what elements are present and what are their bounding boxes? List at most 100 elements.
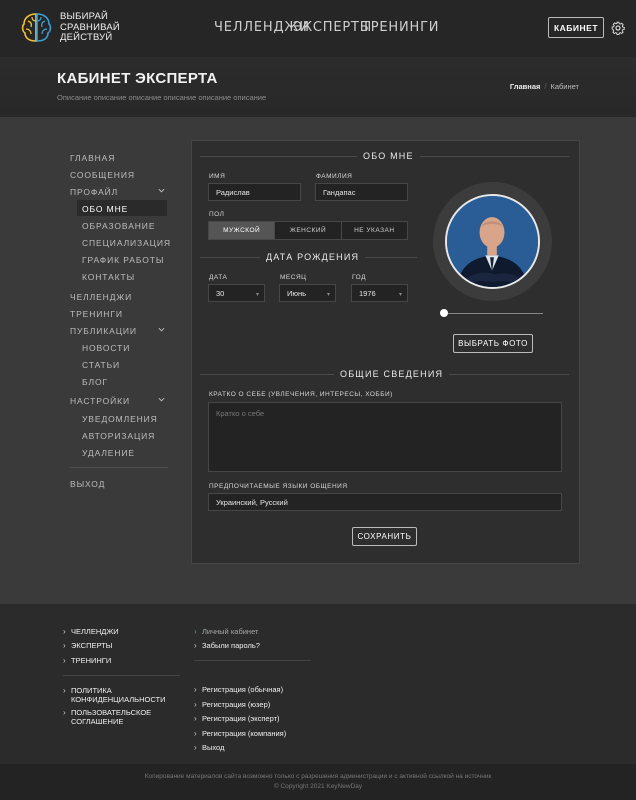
sidebar-item-settings[interactable]: НАСТРОЙКИ [70, 396, 130, 406]
sidebar-divider [70, 467, 168, 468]
nav-experts[interactable]: ЭКСПЕРТЫ [293, 20, 372, 35]
year-label: ГОД [352, 274, 366, 281]
langs-label: ПРЕДПОЧИТАЕМЫЕ ЯЗЫКИ ОБЩЕНИЯ [209, 483, 348, 490]
sidebar-item-authorization[interactable]: АВТОРИЗАЦИЯ [82, 431, 155, 441]
sidebar-item-blog[interactable]: БЛОГ [82, 377, 108, 387]
langs-field[interactable]: Украинский, Русский [208, 493, 562, 511]
cabinet-button[interactable]: КАБИНЕТ [548, 17, 604, 38]
brand-line-1: ВЫБИРАЙ [60, 11, 109, 22]
chevron-right-icon: › [194, 729, 197, 738]
gender-label: ПОЛ [209, 211, 225, 218]
month-label: МЕСЯЦ [280, 274, 307, 281]
footer-link-cabinet[interactable]: Личный кабинет [202, 627, 258, 636]
gear-icon[interactable] [611, 21, 625, 35]
gender-female-option[interactable]: ЖЕНСКИЙ [275, 222, 342, 239]
footer-link-reg-expert[interactable]: Регистрация (эксперт) [202, 714, 280, 723]
chevron-right-icon: › [63, 627, 66, 636]
sidebar-item-about[interactable]: ОБО МНЕ [82, 204, 128, 214]
footer-link-challenges[interactable]: ЧЕЛЛЕНДЖИ [71, 627, 119, 636]
copyright-year: © Copyright 2021 KeyNewDay [273, 783, 363, 790]
sidebar-item-deletion[interactable]: УДАЛЕНИЕ [82, 448, 135, 458]
footer-link-trainings[interactable]: ТРЕНИНГИ [71, 656, 111, 665]
nav-trainings[interactable]: ТРЕНИНГИ [362, 20, 439, 35]
footer-divider [63, 675, 180, 676]
sidebar-item-challenges[interactable]: ЧЕЛЛЕНДЖИ [70, 292, 132, 302]
day-label: ДАТА [209, 274, 228, 281]
sidebar-item-messages[interactable]: СООБЩЕНИЯ [70, 170, 135, 180]
sidebar-item-trainings[interactable]: ТРЕНИНГИ [70, 309, 123, 319]
chevron-down-icon: ▾ [398, 292, 402, 298]
copyright-bar [0, 764, 636, 800]
gender-selector: МУЖСКОЙ ЖЕНСКИЙ НЕ УКАЗАН [208, 221, 408, 240]
chevron-down-icon: ▾ [326, 292, 330, 298]
sidebar-item-logout[interactable]: ВЫХОД [70, 479, 105, 489]
section-title-birth: ДАТА РОЖДЕНИЯ [260, 252, 366, 262]
footer-link-experts[interactable]: ЭКСПЕРТЫ [71, 641, 112, 650]
chevron-right-icon: › [194, 641, 197, 650]
sidebar-item-news[interactable]: НОВОСТИ [82, 343, 130, 353]
footer-link-reg-regular[interactable]: Регистрация (обычная) [202, 685, 283, 694]
footer-divider [194, 660, 311, 661]
chevron-right-icon: › [194, 685, 197, 694]
day-value: 30 [216, 288, 225, 298]
footer-link-reg-user[interactable]: Регистрация (юзер) [202, 700, 270, 709]
footer-link-policy[interactable]: ПОЛИТИКА КОНФИДЕНЦИАЛЬНОСТИ [71, 686, 171, 704]
sidebar-item-articles[interactable]: СТАТЬИ [82, 360, 120, 370]
breadcrumb-home[interactable]: Главная [510, 82, 541, 91]
year-value: 1976 [359, 288, 376, 298]
surname-label: ФАМИЛИЯ [316, 173, 353, 180]
section-title-general: ОБЩИЕ СВЕДЕНИЯ [334, 369, 450, 379]
surname-field[interactable]: Гандапас [315, 183, 408, 201]
page-description: Описание описание описание описание опис… [57, 93, 267, 102]
brand-line-3: ДЕЙСТВУЙ [60, 32, 113, 43]
day-select[interactable]: 30 ▾ [208, 284, 265, 302]
avatar [445, 194, 540, 289]
chevron-right-icon: › [194, 714, 197, 723]
bio-label: КРАТКО О СЕБЕ (УВЛЕЧЕНИЯ, ИНТЕРЕСЫ, ХОББ… [209, 391, 393, 398]
photo-zoom-track[interactable] [443, 313, 543, 314]
chevron-right-icon: › [63, 686, 66, 695]
name-field[interactable]: Радислав [208, 183, 301, 201]
footer-link-forgot[interactable]: Забыли пароль? [202, 641, 260, 650]
sidebar-item-education[interactable]: ОБРАЗОВАНИЕ [82, 221, 155, 231]
chevron-down-icon[interactable] [158, 396, 165, 403]
breadcrumb-current: Кабинет [550, 82, 579, 91]
month-select[interactable]: Июнь ▾ [279, 284, 336, 302]
sidebar-item-contacts[interactable]: КОНТАКТЫ [82, 272, 135, 282]
copyright-notice: Копирование материалов сайта возможно то… [144, 773, 492, 780]
chevron-right-icon: › [194, 700, 197, 709]
footer-link-reg-company[interactable]: Регистрация (компания) [202, 729, 286, 738]
person-silhouette-icon [447, 196, 538, 287]
brain-logo-icon[interactable] [20, 11, 53, 44]
chevron-down-icon[interactable] [158, 187, 165, 194]
gender-male-option[interactable]: МУЖСКОЙ [209, 222, 276, 239]
sidebar-item-profile[interactable]: ПРОФАЙЛ [70, 187, 118, 197]
bio-textarea[interactable]: Кратко о себе [208, 402, 562, 472]
chevron-right-icon: › [63, 708, 66, 717]
photo-zoom-handle[interactable] [440, 309, 448, 317]
choose-photo-button[interactable]: ВЫБРАТЬ ФОТО [453, 334, 533, 353]
section-title-about: ОБО МНЕ [357, 151, 420, 161]
chevron-down-icon: ▾ [255, 292, 259, 298]
footer-link-agreement[interactable]: ПОЛЬЗОВАТЕЛЬСКОЕ СОГЛАШЕНИЕ [71, 708, 161, 726]
chevron-right-icon: › [194, 743, 197, 752]
sidebar-item-schedule[interactable]: ГРАФИК РАБОТЫ [82, 255, 164, 265]
breadcrumb: Главная / Кабинет [510, 82, 579, 91]
name-label: ИМЯ [209, 173, 226, 180]
sidebar-item-publications[interactable]: ПУБЛИКАЦИИ [70, 326, 137, 336]
chevron-right-icon: › [63, 641, 66, 650]
sidebar-item-specialization[interactable]: СПЕЦИАЛИЗАЦИЯ [82, 238, 171, 248]
sidebar-item-home[interactable]: ГЛАВНАЯ [70, 153, 115, 163]
year-select[interactable]: 1976 ▾ [351, 284, 408, 302]
chevron-down-icon[interactable] [158, 326, 165, 333]
save-button[interactable]: СОХРАНИТЬ [352, 527, 417, 546]
brand-text[interactable]: ВЫБИРАЙ СРАВНИВАЙ ДЕЙСТВУЙ [60, 11, 120, 44]
chevron-right-icon: › [194, 627, 197, 636]
chevron-right-icon: › [63, 656, 66, 665]
page-title: КАБИНЕТ ЭКСПЕРТА [57, 70, 218, 87]
gender-none-option[interactable]: НЕ УКАЗАН [342, 222, 407, 239]
sidebar-item-notifications[interactable]: УВЕДОМЛЕНИЯ [82, 414, 158, 424]
breadcrumb-separator: / [544, 82, 547, 91]
month-value: Июнь [287, 288, 307, 298]
footer-link-logout[interactable]: Выход [202, 743, 224, 752]
